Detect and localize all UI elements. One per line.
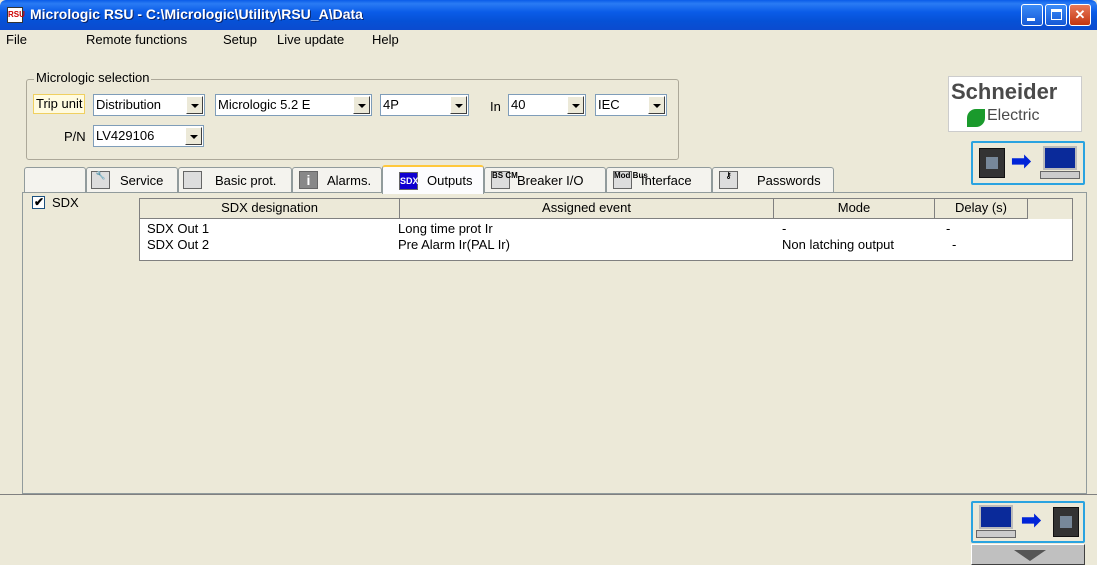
key-icon: ⚷ [719,171,738,189]
tab-interface[interactable]: Mod Bus Interface [606,167,712,193]
group-title: Micrologic selection [34,70,152,85]
trip-unit-icon [1053,507,1079,537]
model-select[interactable]: Micrologic 5.2 E [215,94,372,116]
info-icon: i [299,171,318,189]
window-title: Micrologic RSU - C:\Micrologic\Utility\R… [30,6,363,22]
modbus-icon: Mod Bus [613,171,648,189]
tab-service[interactable]: 🔧 Service [86,167,178,193]
cell-designation: SDX Out 1 [147,221,210,236]
computer-icon [1043,146,1077,170]
keyboard-icon [1040,171,1080,179]
pn-value: LV429106 [96,128,155,143]
tab-label: Passwords [757,173,821,188]
minimize-button[interactable] [1021,4,1043,26]
cell-event: Long time prot Ir [398,221,493,236]
sdx-checkbox-label: SDX [52,195,79,210]
menu-setup[interactable]: Setup [223,32,257,47]
in-select[interactable]: 40 [508,94,586,116]
trip-unit-icon [979,148,1005,178]
poles-select[interactable]: 4P [380,94,469,116]
chevron-down-icon[interactable] [648,96,665,114]
trip-unit-select[interactable]: Distribution [93,94,205,116]
menu-live-update[interactable]: Live update [277,32,344,47]
close-button[interactable]: ✕ [1069,4,1091,26]
logo-text-bottom: Electric [987,107,1040,124]
menu-help[interactable]: Help [372,32,399,47]
leaf-icon [967,109,985,127]
sdx-outputs-grid: SDX designation Assigned event Mode Dela… [139,198,1073,261]
cell-designation: SDX Out 2 [147,237,210,252]
tab-outputs[interactable]: SDX Outputs [382,165,484,194]
logo-text-top: Schneider [951,79,1058,104]
schneider-logo: Schneider Electric [948,76,1082,132]
chevron-down-icon[interactable] [186,96,203,114]
in-value: 40 [511,97,526,112]
app-icon: RSU [7,7,25,23]
menu-remote-functions[interactable]: Remote functions [86,32,187,47]
tab-label: Interface [641,173,692,188]
grid-header: SDX designation Assigned event Mode Dela… [140,199,1072,219]
model-value: Micrologic 5.2 E [218,97,311,112]
in-label: In [490,99,501,114]
minimize-icon [1027,18,1035,21]
arrow-right-icon: ➡ [1021,507,1042,534]
checkmark-icon: ✔ [34,195,45,209]
poles-value: 4P [383,97,399,112]
tab-alarms[interactable]: i Alarms. [292,167,382,193]
tab-breaker-io[interactable]: BS CM Breaker I/O [484,167,606,193]
micrologic-selection-group [26,79,679,160]
expand-down-button[interactable] [971,544,1085,565]
tab-label: Basic prot. [215,173,277,188]
curve-icon [183,171,202,189]
tab-blank[interactable] [24,167,86,193]
tab-label: Alarms. [327,173,372,188]
cell-mode: - [782,221,787,236]
cell-delay: - [946,221,951,236]
write-to-device-button[interactable]: ➡ [971,501,1085,543]
trip-unit-value: Distribution [96,97,162,112]
maximize-button[interactable] [1045,4,1067,26]
sdx-checkbox[interactable]: ✔ [32,195,45,209]
read-from-device-button[interactable]: ➡ [971,141,1085,185]
pn-label: P/N [64,129,86,144]
divider [0,494,1097,496]
cell-event: Pre Alarm Ir(PAL Ir) [398,237,510,252]
computer-icon [979,505,1013,529]
close-icon: ✕ [1074,7,1086,22]
cell-delay: - [952,237,957,252]
chevron-down-icon[interactable] [185,127,202,145]
keyboard-icon [976,530,1016,538]
standard-select[interactable]: IEC [595,94,667,116]
title-bar: RSU Micrologic RSU - C:\Micrologic\Utili… [0,0,1097,30]
pn-select[interactable]: LV429106 [93,125,204,147]
tab-basic-prot[interactable]: Basic prot. [178,167,292,193]
menu-file[interactable]: File [6,32,27,47]
column-header[interactable]: Mode [774,199,935,219]
trip-unit-label: Trip unit [33,94,86,114]
chevron-down-icon[interactable] [450,96,467,114]
column-header[interactable]: SDX designation [140,199,400,219]
tab-passwords[interactable]: ⚷ Passwords [712,167,834,193]
bscm-icon: BS CM [491,171,518,189]
column-header[interactable]: Delay (s) [935,199,1028,219]
arrow-right-icon: ➡ [1011,148,1032,175]
tab-label: Service [120,173,164,188]
column-header[interactable]: Assigned event [400,199,774,219]
standard-value: IEC [598,97,620,112]
chevron-down-icon[interactable] [353,96,370,114]
tab-label: Outputs [427,173,473,188]
maximize-icon [1051,9,1062,20]
wrench-icon: 🔧 [91,171,110,189]
chevron-down-icon[interactable] [567,96,584,114]
menu-bar: File Remote functions Setup Live update … [0,30,1097,50]
cell-mode: Non latching output [782,237,895,252]
sdx-icon: SDX [399,172,419,190]
tab-label: Breaker I/O [517,173,584,188]
